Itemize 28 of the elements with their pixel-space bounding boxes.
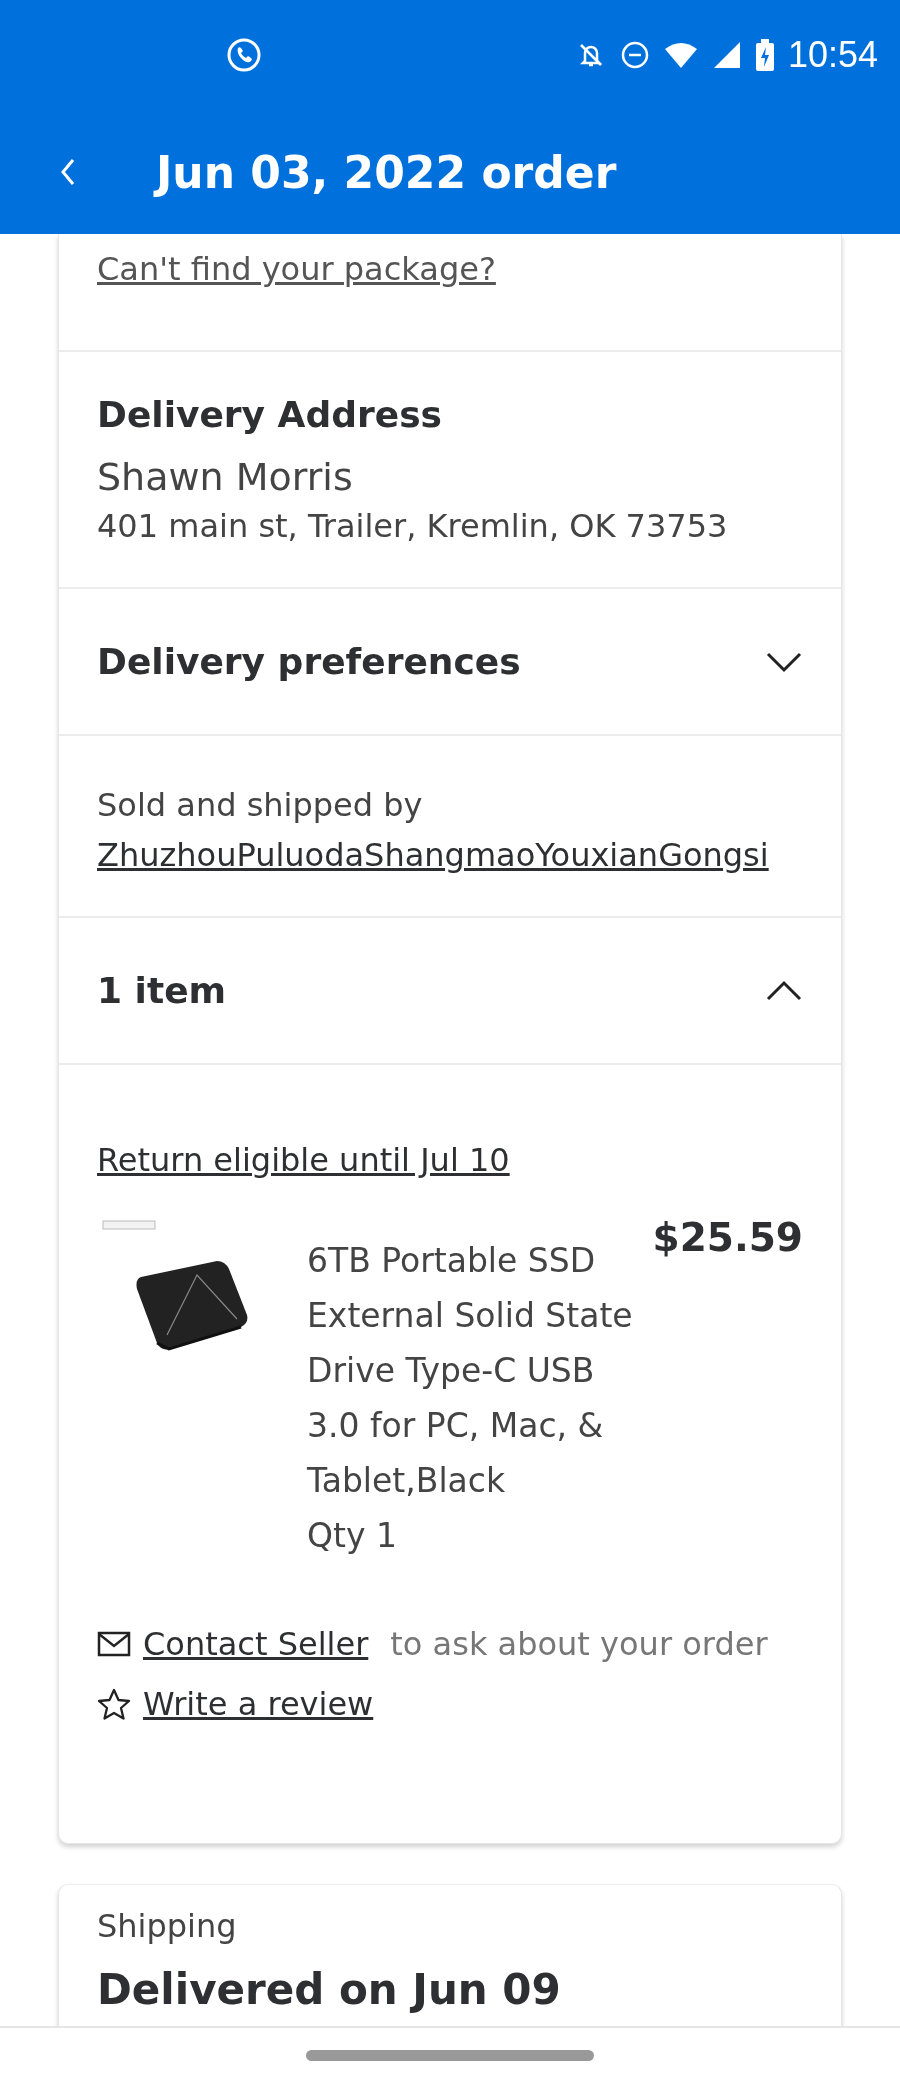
battery-icon [755, 39, 774, 71]
back-icon [60, 157, 76, 187]
home-handle[interactable] [306, 2050, 594, 2061]
shipping-status: Delivered on Jun 09 [97, 1965, 562, 2014]
item-price: $25.59 [652, 1215, 803, 1262]
contact-seller-link[interactable]: Contact Seller [143, 1625, 369, 1663]
items-toggle[interactable]: 1 item [59, 918, 841, 1065]
chevron-icon [765, 979, 803, 1002]
write-review-link[interactable]: Write a review [143, 1685, 374, 1723]
chevron-icon [765, 650, 803, 673]
recipient-name: Shawn Morris [97, 455, 354, 499]
seller-link[interactable]: ZhuzhouPuluodaShangmaoYouxianGongsi [97, 836, 769, 874]
phone-icon [226, 37, 262, 73]
seller-label: Sold and shipped by [97, 786, 424, 824]
mail-icon [97, 1631, 131, 1657]
product-name: 6TB Portable SSD External Solid State Drive Type-C USB 3.0 for PC, Mac, & Tablet,Black [307, 1240, 634, 1502]
quantity-text: Qty 1 [307, 1516, 398, 1555]
shipping-label: Shipping [97, 1907, 238, 1945]
package-help-link[interactable]: Can't find your package? [97, 250, 496, 288]
status-time: 10:54 [787, 34, 878, 76]
address-text: 401 main st, Trailer, Kremlin, OK 73753 [97, 507, 729, 545]
delivery-preferences-toggle[interactable]: Delivery preferences [59, 589, 841, 736]
section-title: Delivery Address [97, 394, 444, 435]
wifi-icon [663, 40, 698, 70]
star-icon [97, 1688, 131, 1720]
return-eligible-link[interactable]: Return eligible until Jul 10 [97, 1141, 510, 1179]
do-not-disturb-icon [619, 40, 650, 70]
contact-note: to ask about your order [390, 1625, 768, 1663]
